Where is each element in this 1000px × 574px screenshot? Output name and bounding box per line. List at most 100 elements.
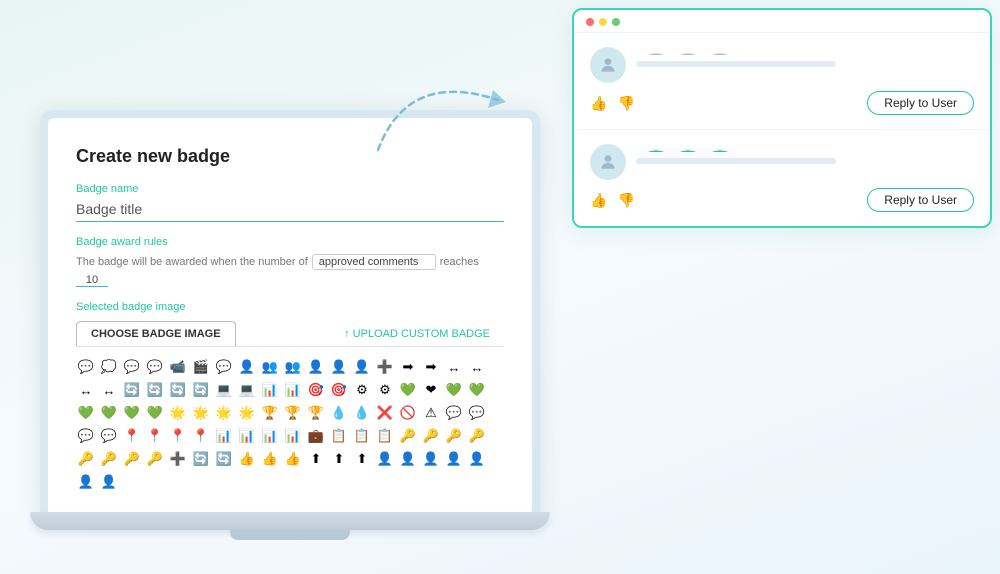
badge-icon[interactable]: 💚	[444, 380, 464, 400]
badge-name-input[interactable]	[76, 199, 504, 222]
upload-badge-tab[interactable]: ↑ UPLOAD CUSTOM BADGE	[330, 321, 504, 346]
badge-icon[interactable]: 📋	[329, 426, 349, 446]
badge-icon[interactable]: 👥	[283, 357, 303, 377]
badge-icon[interactable]: 📊	[283, 426, 303, 446]
badge-icon[interactable]: 📊	[214, 426, 234, 446]
badge-icon[interactable]: 🔑	[444, 426, 464, 446]
badge-icon[interactable]: 🌟	[191, 403, 211, 423]
badge-icon[interactable]: ⬆	[306, 449, 326, 469]
badge-icon[interactable]: 🏆	[260, 403, 280, 423]
award-rules-dropdown[interactable]: approved comments total posts likes rece…	[312, 254, 436, 270]
badge-icon[interactable]: 💧	[329, 403, 349, 423]
badge-icon[interactable]: 🔄	[168, 380, 188, 400]
badge-icon[interactable]: ⬆	[329, 449, 349, 469]
badge-icon[interactable]: 💭	[99, 357, 119, 377]
badge-icon[interactable]: 🎯	[329, 380, 349, 400]
badge-icon[interactable]: 🔄	[191, 380, 211, 400]
badge-icon[interactable]: 💚	[122, 403, 142, 423]
badge-icon[interactable]: 🌟	[214, 403, 234, 423]
badge-icon[interactable]: 💼	[306, 426, 326, 446]
badge-icon[interactable]: 📍	[168, 426, 188, 446]
badge-icon[interactable]: 👤	[99, 472, 119, 492]
badge-icon[interactable]: 💬	[122, 357, 142, 377]
badge-icon[interactable]: 👍	[260, 449, 280, 469]
badge-icon[interactable]: ➕	[168, 449, 188, 469]
badge-icon[interactable]: 🔑	[76, 449, 96, 469]
badge-icon[interactable]: ↔	[467, 357, 487, 377]
badge-icon[interactable]: 💚	[99, 403, 119, 423]
badge-icon[interactable]: ➡	[421, 357, 441, 377]
badge-icon[interactable]: 📍	[191, 426, 211, 446]
badge-icon[interactable]: 🔄	[122, 380, 142, 400]
badge-icon[interactable]: 💬	[76, 357, 96, 377]
badge-icon[interactable]: 💚	[398, 380, 418, 400]
badge-icon[interactable]: 💚	[76, 403, 96, 423]
badge-icon[interactable]: 👤	[306, 357, 326, 377]
badge-icon[interactable]: 👤	[421, 449, 441, 469]
badge-icon[interactable]: 💻	[214, 380, 234, 400]
badge-icon[interactable]: 📋	[352, 426, 372, 446]
badge-icon[interactable]: 💚	[145, 403, 165, 423]
badge-icon[interactable]: 🎬	[191, 357, 211, 377]
badge-icon[interactable]: 📊	[260, 380, 280, 400]
badge-icon[interactable]: 💬	[99, 426, 119, 446]
badge-icon[interactable]: 👤	[237, 357, 257, 377]
choose-badge-tab[interactable]: CHOOSE BADGE IMAGE	[76, 321, 236, 346]
badge-icon[interactable]: 🔑	[99, 449, 119, 469]
badge-icon[interactable]: 👤	[329, 357, 349, 377]
reply-button-2[interactable]: Reply to User	[867, 188, 974, 212]
badge-icon[interactable]: 👤	[444, 449, 464, 469]
thumbs-down-1[interactable]: 👎	[617, 95, 634, 112]
badge-icon[interactable]: 🏆	[306, 403, 326, 423]
badge-icon[interactable]: 🔄	[214, 449, 234, 469]
badge-icon[interactable]: ↔	[76, 380, 96, 400]
badge-icon[interactable]: 📍	[145, 426, 165, 446]
badge-icon[interactable]: ⚙	[352, 380, 372, 400]
badge-icon[interactable]: 🔑	[145, 449, 165, 469]
badge-icon[interactable]: 💧	[352, 403, 372, 423]
badge-icon[interactable]: 💚	[467, 380, 487, 400]
badge-icon[interactable]: 🔄	[145, 380, 165, 400]
badge-icon[interactable]: 📊	[260, 426, 280, 446]
badge-icon[interactable]: ⚙	[375, 380, 395, 400]
badge-icon[interactable]: 📊	[283, 380, 303, 400]
badge-icon[interactable]: 🔑	[398, 426, 418, 446]
badge-icon[interactable]: 💬	[467, 403, 487, 423]
badge-icon[interactable]: 📍	[122, 426, 142, 446]
badge-icon[interactable]: ➡	[398, 357, 418, 377]
badge-icon[interactable]: 💻	[237, 380, 257, 400]
badge-icon[interactable]: 👤	[352, 357, 372, 377]
badge-icon[interactable]: 👥	[260, 357, 280, 377]
thumbs-up-1[interactable]: 👍	[590, 95, 607, 112]
badge-icon[interactable]: 🔑	[421, 426, 441, 446]
badge-icon[interactable]: ↔	[99, 380, 119, 400]
badge-icon[interactable]: 🔄	[191, 449, 211, 469]
badge-icon[interactable]: 🚫	[398, 403, 418, 423]
badge-icon[interactable]: 💬	[145, 357, 165, 377]
badge-icon[interactable]: 💬	[214, 357, 234, 377]
thumbs-down-2[interactable]: 👎	[617, 192, 634, 209]
reply-button-1[interactable]: Reply to User	[867, 91, 974, 115]
badge-icon[interactable]: 🏆	[283, 403, 303, 423]
badge-icon[interactable]: 📋	[375, 426, 395, 446]
badge-icon[interactable]: 🔑	[467, 426, 487, 446]
badge-icon[interactable]: 🌟	[168, 403, 188, 423]
badge-icon[interactable]: 👍	[237, 449, 257, 469]
badge-icon[interactable]: ⬆	[352, 449, 372, 469]
reaches-input[interactable]	[76, 274, 108, 287]
badge-icon[interactable]: 👤	[467, 449, 487, 469]
badge-icon[interactable]: 👍	[283, 449, 303, 469]
badge-icon[interactable]: 👤	[76, 472, 96, 492]
badge-icon[interactable]: ⚠	[421, 403, 441, 423]
badge-icon[interactable]: ↔	[444, 357, 464, 377]
badge-icon[interactable]: ❌	[375, 403, 395, 423]
badge-icon[interactable]: 🔑	[122, 449, 142, 469]
badge-icon[interactable]: 👤	[398, 449, 418, 469]
badge-icon[interactable]: 📊	[237, 426, 257, 446]
badge-icon[interactable]: 🌟	[237, 403, 257, 423]
badge-icon[interactable]: 🎯	[306, 380, 326, 400]
badge-icon[interactable]: 📹	[168, 357, 188, 377]
badge-icon[interactable]: 💬	[76, 426, 96, 446]
badge-icon[interactable]: 👤	[375, 449, 395, 469]
badge-icon[interactable]: 💬	[444, 403, 464, 423]
